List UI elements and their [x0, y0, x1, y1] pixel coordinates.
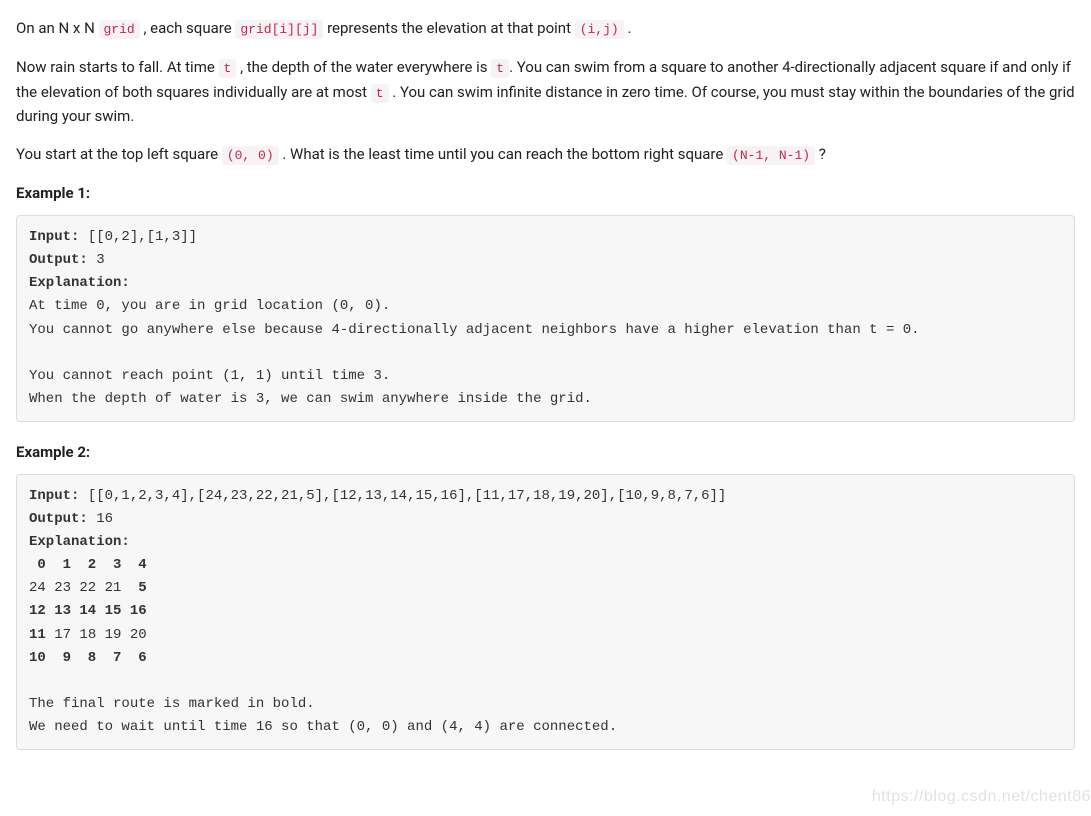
example-2-heading: Example 2:	[16, 440, 1075, 464]
label-input: Input:	[29, 229, 79, 245]
text: , the depth of the water everywhere is	[236, 58, 491, 76]
grid-row-1b: 5	[138, 580, 146, 596]
grid-row-1a: 24 23 22 21	[29, 580, 138, 596]
code-ij: (i,j)	[575, 20, 624, 39]
label-output: Output:	[29, 252, 88, 268]
watermark: https://blog.csdn.net/chent86	[872, 784, 1091, 810]
output-value: 3	[88, 252, 105, 268]
example-1-heading: Example 1:	[16, 181, 1075, 205]
label-input: Input:	[29, 488, 79, 504]
grid-row-3a: 11	[29, 627, 46, 643]
input-value: [[0,1,2,3,4],[24,23,22,21,5],[12,13,14,1…	[79, 488, 726, 504]
code-grid: grid	[99, 20, 140, 39]
example-2-code: Input: [[0,1,2,3,4],[24,23,22,21,5],[12,…	[16, 474, 1075, 750]
grid-row-0: 0 1 2 3 4	[29, 557, 147, 573]
label-explanation: Explanation:	[29, 534, 130, 550]
grid-row-2: 12 13 14 15 16	[29, 603, 147, 619]
input-value: [[0,2],[1,3]]	[79, 229, 197, 245]
paragraph-2: Now rain starts to fall. At time t , the…	[16, 55, 1075, 129]
text: You start at the top left square	[16, 145, 222, 163]
explanation-tail: The final route is marked in bold. We ne…	[29, 696, 617, 735]
code-t: t	[219, 59, 237, 78]
text: , each square	[140, 19, 236, 37]
text: .	[624, 19, 632, 37]
label-output: Output:	[29, 511, 88, 527]
grid-row-3b: 17 18 19 20	[46, 627, 147, 643]
code-grid-ij: grid[i][j]	[235, 20, 323, 39]
code-start: (0, 0)	[222, 146, 279, 165]
grid-row-4: 10 9 8 7 6	[29, 650, 147, 666]
example-1-code: Input: [[0,2],[1,3]] Output: 3 Explanati…	[16, 215, 1075, 422]
label-explanation: Explanation:	[29, 275, 130, 291]
text: On an N x N	[16, 19, 99, 37]
code-t: t	[371, 84, 389, 103]
paragraph-1: On an N x N grid , each square grid[i][j…	[16, 16, 1075, 41]
text: ?	[815, 145, 826, 163]
code-end: (N-1, N-1)	[727, 146, 815, 165]
output-value: 16	[88, 511, 113, 527]
explanation-body: At time 0, you are in grid location (0, …	[29, 298, 920, 406]
paragraph-3: You start at the top left square (0, 0) …	[16, 142, 1075, 167]
text: . What is the least time until you can r…	[279, 145, 727, 163]
text: Now rain starts to fall. At time	[16, 58, 219, 76]
text: represents the elevation at that point	[323, 19, 574, 37]
code-t: t	[491, 59, 509, 78]
